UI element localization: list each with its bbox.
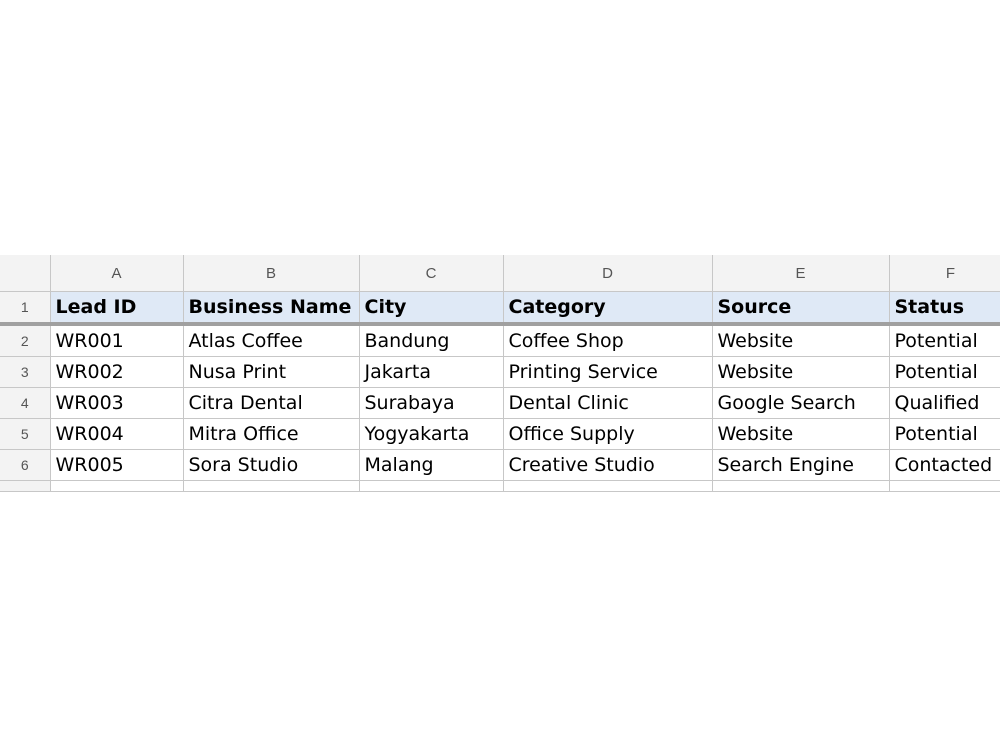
header-cell-source[interactable]: Source: [711, 291, 890, 326]
cell-lead-id[interactable]: WR005: [49, 449, 184, 481]
empty-cell[interactable]: [711, 480, 890, 492]
row-header-4[interactable]: 4: [0, 387, 51, 419]
cell-city[interactable]: Surabaya: [358, 387, 504, 419]
cell-business-name[interactable]: Atlas Coffee: [182, 323, 360, 357]
row-header-5[interactable]: 5: [0, 418, 51, 450]
empty-cell[interactable]: [358, 480, 504, 492]
column-header-f[interactable]: F: [888, 255, 1000, 292]
cell-category[interactable]: Coffee Shop: [502, 323, 713, 357]
table-row: 2 WR001 Atlas Coffee Bandung Coffee Shop…: [0, 323, 1000, 357]
column-header-row: A B C D E F: [0, 255, 1000, 292]
cell-status[interactable]: Potential: [888, 418, 1000, 450]
header-cell-status[interactable]: Status: [888, 291, 1000, 326]
empty-cell[interactable]: [49, 480, 184, 492]
cell-lead-id[interactable]: WR003: [49, 387, 184, 419]
cell-category[interactable]: Dental Clinic: [502, 387, 713, 419]
cell-city[interactable]: Bandung: [358, 323, 504, 357]
cell-source[interactable]: Website: [711, 323, 890, 357]
row-header-2[interactable]: 2: [0, 323, 51, 357]
cell-business-name[interactable]: Mitra Office: [182, 418, 360, 450]
cell-source[interactable]: Website: [711, 418, 890, 450]
cell-city[interactable]: Yogyakarta: [358, 418, 504, 450]
cell-category[interactable]: Office Supply: [502, 418, 713, 450]
spreadsheet-grid: A B C D E F 1 Lead ID Business Name City…: [0, 255, 1000, 492]
row-header-3[interactable]: 3: [0, 356, 51, 388]
header-cell-lead-id[interactable]: Lead ID: [49, 291, 184, 326]
empty-cell[interactable]: [888, 480, 1000, 492]
cell-business-name[interactable]: Sora Studio: [182, 449, 360, 481]
header-cell-city[interactable]: City: [358, 291, 504, 326]
header-cell-business-name[interactable]: Business Name: [182, 291, 360, 326]
column-header-a[interactable]: A: [49, 255, 184, 292]
cell-source[interactable]: Search Engine: [711, 449, 890, 481]
row-header-7[interactable]: [0, 480, 51, 492]
row-header-6[interactable]: 6: [0, 449, 51, 481]
empty-cell[interactable]: [502, 480, 713, 492]
cell-status[interactable]: Contacted: [888, 449, 1000, 481]
table-row: 6 WR005 Sora Studio Malang Creative Stud…: [0, 449, 1000, 481]
table-row-partial: [0, 480, 1000, 492]
cell-lead-id[interactable]: WR002: [49, 356, 184, 388]
cell-status[interactable]: Potential: [888, 356, 1000, 388]
row-header-1[interactable]: 1: [0, 291, 51, 326]
table-row: 3 WR002 Nusa Print Jakarta Printing Serv…: [0, 356, 1000, 388]
cell-business-name[interactable]: Nusa Print: [182, 356, 360, 388]
cell-category[interactable]: Printing Service: [502, 356, 713, 388]
cell-status[interactable]: Qualified: [888, 387, 1000, 419]
column-header-b[interactable]: B: [182, 255, 360, 292]
cell-status[interactable]: Potential: [888, 323, 1000, 357]
column-header-d[interactable]: D: [502, 255, 713, 292]
column-header-c[interactable]: C: [358, 255, 504, 292]
cell-city[interactable]: Malang: [358, 449, 504, 481]
header-cell-category[interactable]: Category: [502, 291, 713, 326]
cell-source[interactable]: Google Search: [711, 387, 890, 419]
select-all-corner[interactable]: [0, 255, 51, 292]
cell-business-name[interactable]: Citra Dental: [182, 387, 360, 419]
data-table: A B C D E F 1 Lead ID Business Name City…: [0, 255, 1000, 492]
cell-city[interactable]: Jakarta: [358, 356, 504, 388]
table-header-row: 1 Lead ID Business Name City Category So…: [0, 291, 1000, 326]
column-header-e[interactable]: E: [711, 255, 890, 292]
table-row: 5 WR004 Mitra Office Yogyakarta Office S…: [0, 418, 1000, 450]
cell-category[interactable]: Creative Studio: [502, 449, 713, 481]
table-row: 4 WR003 Citra Dental Surabaya Dental Cli…: [0, 387, 1000, 419]
cell-lead-id[interactable]: WR001: [49, 323, 184, 357]
empty-cell[interactable]: [182, 480, 360, 492]
cell-lead-id[interactable]: WR004: [49, 418, 184, 450]
cell-source[interactable]: Website: [711, 356, 890, 388]
